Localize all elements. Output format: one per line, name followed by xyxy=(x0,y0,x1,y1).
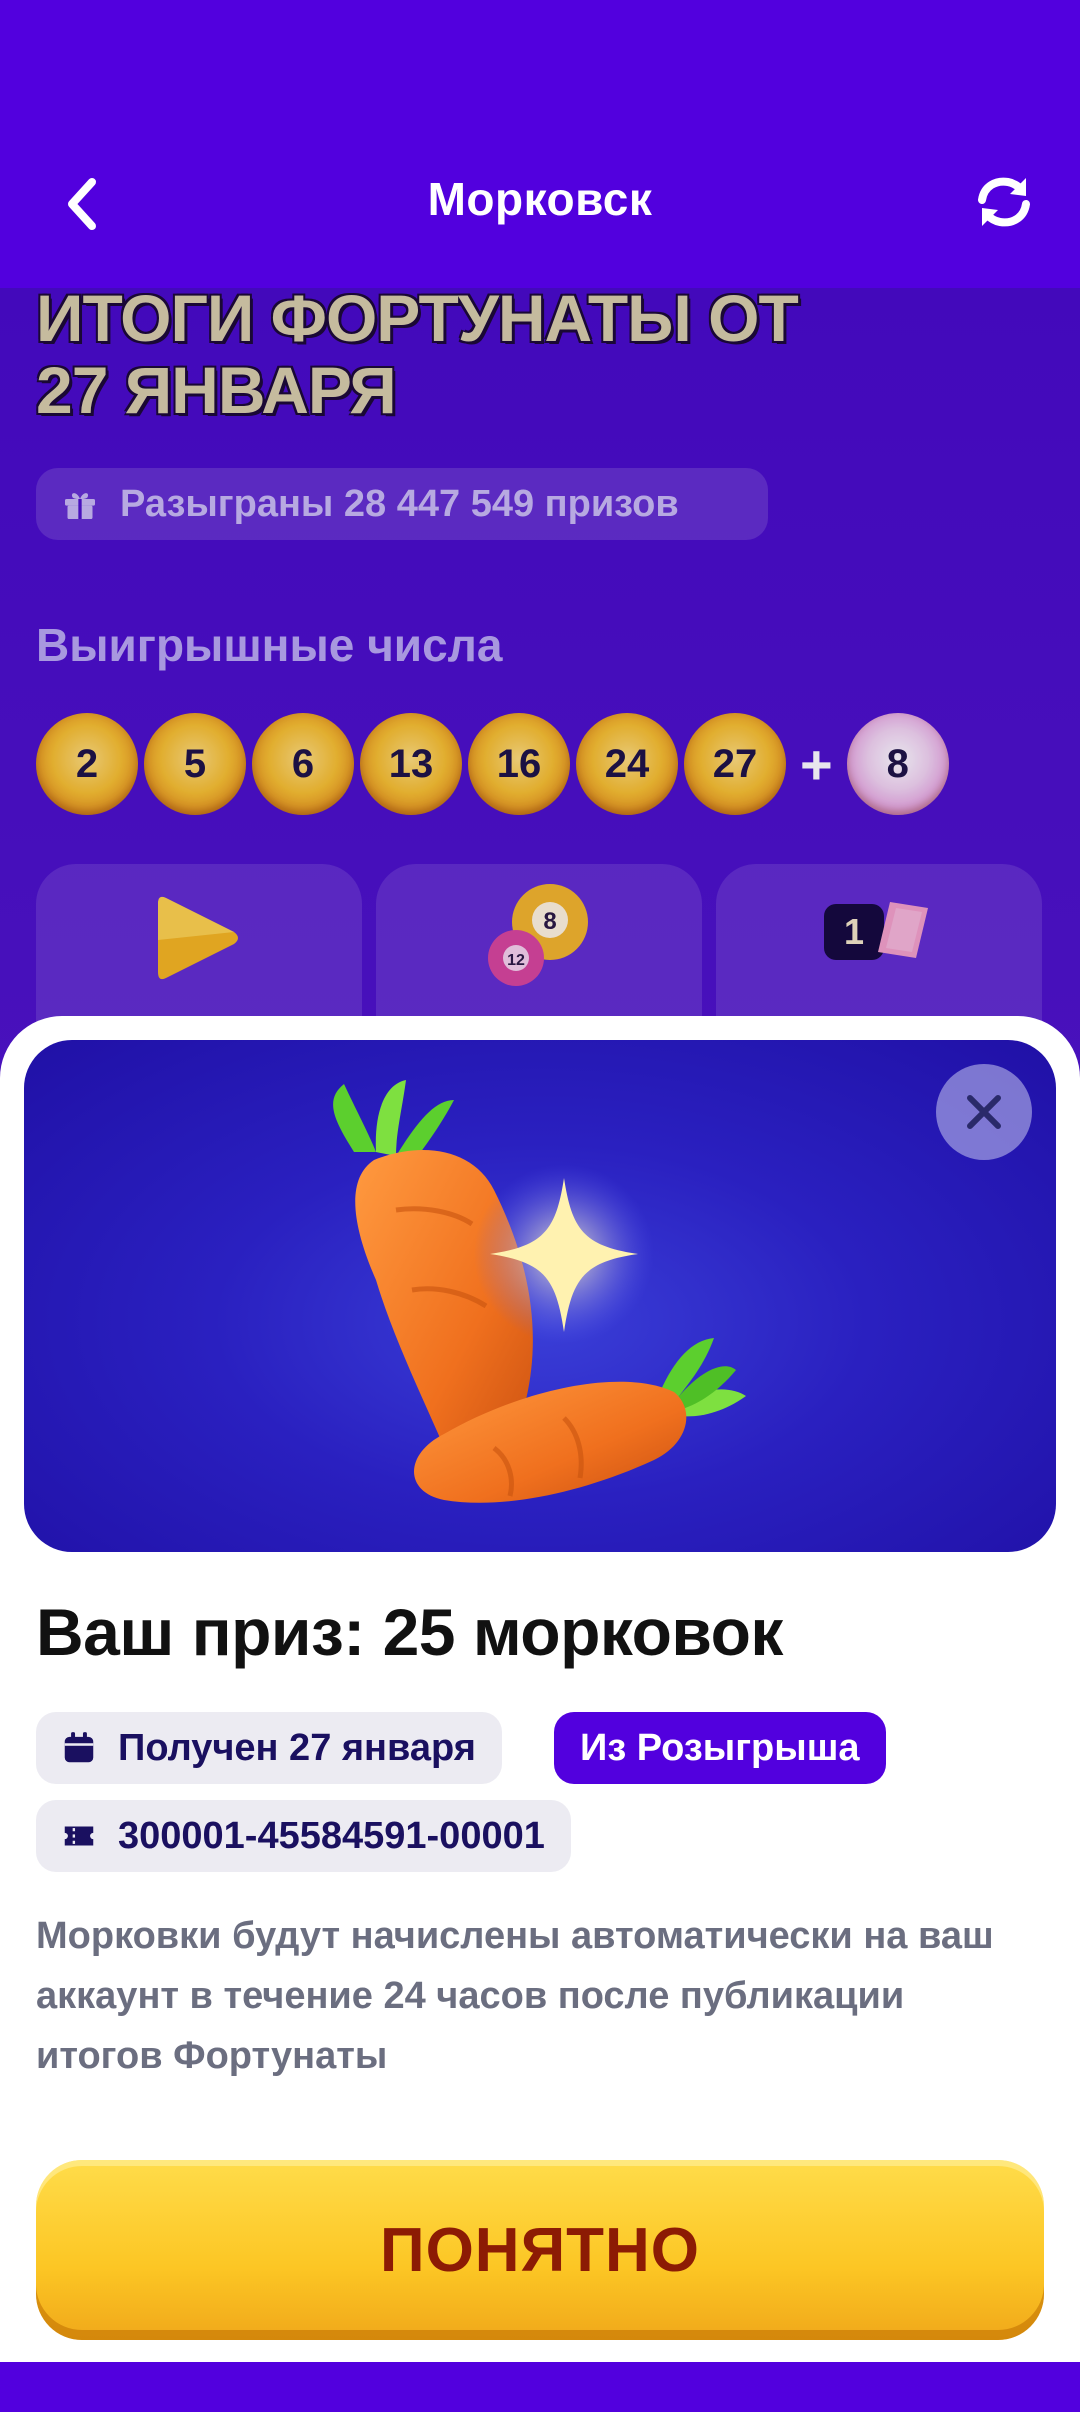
prize-title: Ваш приз: 25 морковок xyxy=(36,1595,783,1669)
ticket-icon xyxy=(64,1826,94,1846)
prize-description: Морковки будут начислены автоматически н… xyxy=(36,1915,994,2077)
received-date-chip: Получен 27 января xyxy=(36,1712,502,1784)
ok-button[interactable]: ПОНЯТНО xyxy=(36,2160,1044,2340)
bottom-strip xyxy=(0,2362,1080,2412)
page-title: Морковск xyxy=(427,173,653,225)
prize-bottom-sheet: Ваш приз: 25 морковок Получен 27 января … xyxy=(0,1016,1080,2362)
source-badge: Из Розыгрыша xyxy=(554,1712,886,1784)
close-icon xyxy=(967,1095,1001,1129)
close-button[interactable] xyxy=(936,1064,1032,1160)
refresh-icon xyxy=(978,177,1030,227)
prize-hero-image xyxy=(24,1040,1056,1552)
carrots-illustration xyxy=(333,1080,746,1503)
calendar-icon xyxy=(64,1732,94,1763)
top-bar: Морковск xyxy=(0,0,1080,288)
ticket-number-chip: 300001-45584591-00001 xyxy=(36,1800,571,1872)
refresh-button[interactable] xyxy=(968,166,1040,238)
